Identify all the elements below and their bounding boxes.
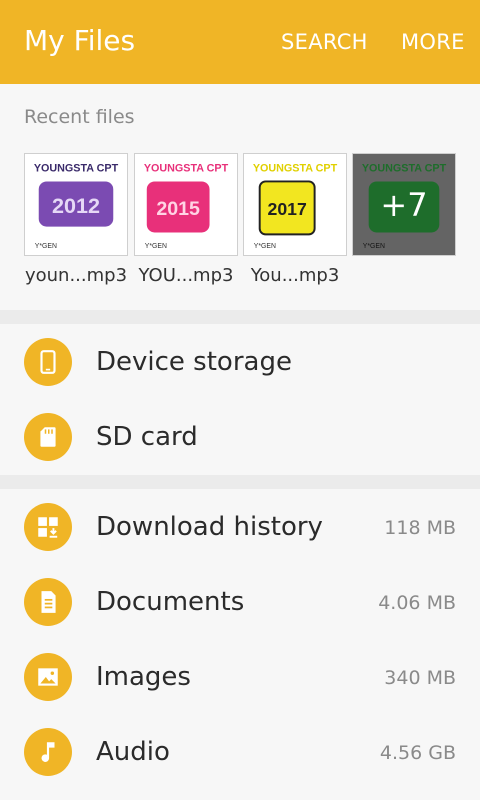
svg-text:YOUNGSTA CPT: YOUNGSTA CPT xyxy=(34,163,119,175)
recent-file-label: YOU...mp3 xyxy=(138,265,234,286)
recent-file-label: You...mp3 xyxy=(250,265,340,286)
recent-file-thumbnail[interactable]: YOUNGSTA CPT 2012 Y*GEN xyxy=(24,153,128,256)
download-icon xyxy=(24,503,72,551)
album-art-icon: YOUNGSTA CPT 2012 Y*GEN xyxy=(25,154,127,255)
album-art-icon: YOUNGSTA CPT 2015 Y*GEN xyxy=(135,154,237,255)
sd-card-label: SD card xyxy=(96,422,198,452)
more-files-count: +7 xyxy=(353,154,455,255)
svg-text:YOUNGSTA CPT: YOUNGSTA CPT xyxy=(253,163,338,175)
sd-card-icon xyxy=(24,413,72,461)
section-divider xyxy=(0,475,480,489)
device-storage-label: Device storage xyxy=(96,347,292,377)
images-item[interactable]: Images 340 MB xyxy=(0,640,480,715)
music-note-icon xyxy=(24,728,72,776)
images-label: Images xyxy=(96,662,191,692)
more-button[interactable]: MORE xyxy=(401,30,465,54)
device-storage-item[interactable]: Device storage xyxy=(0,325,480,400)
page-title: My Files xyxy=(24,24,136,57)
svg-text:Y*GEN: Y*GEN xyxy=(145,243,167,250)
section-divider xyxy=(0,310,480,324)
documents-size: 4.06 MB xyxy=(378,592,456,614)
recent-files-section: Recent files YOUNGSTA CPT 2012 Y*GEN you… xyxy=(0,84,480,310)
more-recent-files-thumbnail[interactable]: YOUNGSTA CPT Y*GEN +7 xyxy=(352,153,456,256)
app-bar: My Files SEARCH MORE xyxy=(0,0,480,84)
svg-text:Y*GEN: Y*GEN xyxy=(35,243,57,250)
svg-text:Y*GEN: Y*GEN xyxy=(254,243,276,250)
svg-text:YOUNGSTA CPT: YOUNGSTA CPT xyxy=(144,163,229,175)
audio-size: 4.56 GB xyxy=(379,742,456,764)
album-art-icon: YOUNGSTA CPT 2017 Y*GEN xyxy=(244,154,346,255)
document-icon xyxy=(24,578,72,626)
download-history-size: 118 MB xyxy=(384,517,456,539)
recent-file-thumbnail[interactable]: YOUNGSTA CPT 2017 Y*GEN xyxy=(243,153,347,256)
svg-text:2015: 2015 xyxy=(156,198,200,220)
recent-file-thumbnail[interactable]: YOUNGSTA CPT 2015 Y*GEN xyxy=(134,153,238,256)
download-history-item[interactable]: Download history 118 MB xyxy=(0,490,480,565)
phone-icon xyxy=(24,338,72,386)
download-history-label: Download history xyxy=(96,512,323,542)
sd-card-item[interactable]: SD card xyxy=(0,400,480,475)
svg-text:2017: 2017 xyxy=(268,199,307,219)
audio-label: Audio xyxy=(96,737,170,767)
recent-file-label: youn...mp3 xyxy=(24,265,128,286)
recent-files-title: Recent files xyxy=(24,106,135,128)
image-icon xyxy=(24,653,72,701)
documents-item[interactable]: Documents 4.06 MB xyxy=(0,565,480,640)
audio-item[interactable]: Audio 4.56 GB xyxy=(0,715,480,790)
documents-label: Documents xyxy=(96,587,245,617)
search-button[interactable]: SEARCH xyxy=(281,30,368,54)
svg-text:2012: 2012 xyxy=(52,193,100,218)
images-size: 340 MB xyxy=(384,667,456,689)
